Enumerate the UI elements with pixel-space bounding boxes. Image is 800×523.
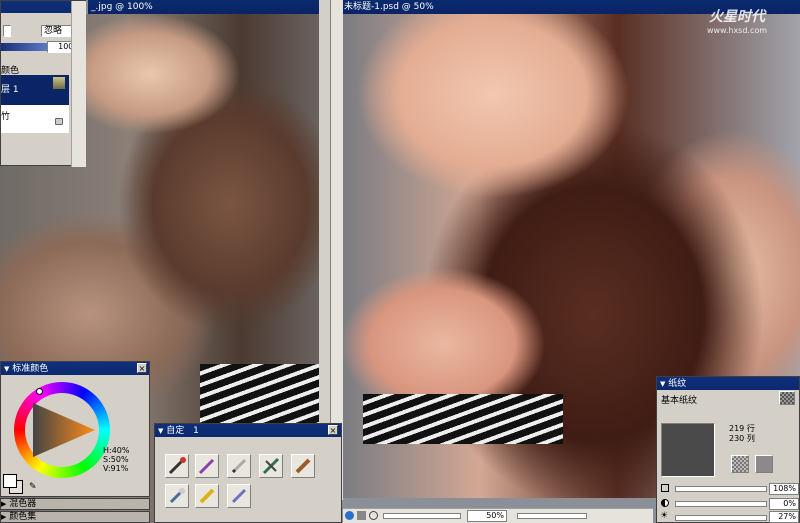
watermark-brand: 火星时代 [709, 9, 765, 25]
zoom-slider[interactable] [383, 513, 461, 519]
custom-palette: ▼ 自定 1 × [154, 423, 342, 523]
navigator-icon[interactable] [345, 511, 354, 520]
brightness-slider[interactable] [675, 515, 767, 521]
pen-icon[interactable] [195, 454, 219, 478]
hsv-readout: H:40% S:50% V:91% [103, 446, 130, 473]
paper-cols: 230 列 [729, 434, 755, 443]
paper-library-button[interactable] [779, 391, 795, 405]
paper-invert-button[interactable] [731, 455, 749, 473]
knife-icon[interactable] [259, 454, 283, 478]
contrast-slider[interactable] [675, 501, 767, 507]
lock-icon[interactable] [55, 118, 63, 125]
opacity-slider[interactable] [1, 43, 47, 51]
paper-texture-preview [661, 423, 715, 477]
mixer-label: 混色器 [9, 499, 37, 509]
foreground-color-swatch[interactable] [3, 474, 17, 488]
rotate-slider[interactable] [517, 513, 587, 519]
left-document-title: _.jpg @ 100% [91, 2, 153, 12]
layer-stack-icon [53, 77, 65, 89]
scale-icon [661, 484, 669, 492]
zoom-field[interactable]: 50% [467, 510, 507, 522]
zoom-icon[interactable] [369, 511, 378, 520]
layers-panel-scrollbar[interactable] [71, 1, 86, 167]
scale-slider[interactable] [675, 486, 767, 492]
pencil-icon[interactable] [227, 454, 251, 478]
brightness-icon: ☀ [660, 511, 669, 521]
contrast-icon [661, 499, 669, 507]
eyedropper-icon[interactable]: ✎ [29, 482, 39, 492]
colorset-panel-header[interactable]: ▶ 颜色集 [0, 511, 150, 523]
collapse-triangle-icon[interactable]: ▼ [4, 365, 9, 373]
chalk-icon[interactable] [195, 484, 219, 508]
saturation-value: S:50% [103, 455, 129, 464]
airbrush-icon[interactable] [165, 484, 189, 508]
brightness-value: V:91% [103, 464, 129, 473]
hue-ring[interactable] [14, 382, 110, 478]
left-shirt-stripes [200, 364, 322, 424]
panel-close-icon[interactable]: × [137, 363, 147, 373]
right-shirt-stripes [363, 394, 563, 444]
colorset-label: 颜色集 [9, 512, 37, 522]
colors-panel-titlebar[interactable]: ▼ 标准颜色 × [1, 362, 149, 375]
expand-triangle-icon: ▶ [1, 500, 7, 508]
oil-brush-icon[interactable] [291, 454, 315, 478]
custom-palette-number: 1 [193, 426, 199, 436]
saturation-value-triangle[interactable] [25, 393, 99, 467]
layer-2-label: 竹 [1, 112, 11, 122]
composite-depth-value: 忽略 [44, 26, 63, 36]
expand-triangle-icon: ▶ [1, 513, 7, 521]
blender-icon[interactable] [227, 484, 251, 508]
hand-tool-icon[interactable] [357, 511, 366, 520]
paper-panel-titlebar[interactable]: ▼ 纸纹 [657, 377, 799, 390]
paper-panel: ▼ 纸纹 基本纸纹 219 行 230 列 108% 0% ☀ 27% [656, 376, 800, 523]
paper-name-label: 基本纸纹 [661, 396, 698, 406]
hue-marker[interactable] [36, 388, 43, 395]
brush-icon[interactable] [165, 454, 189, 478]
left-document-titlebar[interactable]: _.jpg @ 100% [88, 0, 335, 14]
layers-panel: × 忽略 ▼ 100% 颜色 层 1 竹 [0, 0, 86, 167]
mixer-panel-header[interactable]: ▶ 混色器 [0, 498, 150, 510]
paper-directional-button[interactable] [755, 455, 773, 473]
watermark-logo: 火星时代 www.hxsd.com [682, 6, 792, 36]
custom-palette-titlebar[interactable]: ▼ 自定 1 × [155, 424, 341, 437]
collapse-triangle-icon[interactable]: ▼ [660, 380, 665, 388]
contrast-field[interactable]: 0% [769, 498, 799, 510]
watermark-url: www.hxsd.com [706, 26, 768, 35]
brightness-field[interactable]: 27% [769, 511, 799, 523]
colors-panel-title: 标准颜色 [12, 364, 49, 374]
right-document-status-bar[interactable]: 50% [343, 508, 653, 523]
scale-field[interactable]: 108% [769, 483, 799, 495]
collapse-triangle-icon[interactable]: ▼ [158, 427, 163, 435]
paper-panel-title: 纸纹 [668, 379, 687, 389]
custom-palette-title: 自定 [166, 426, 185, 436]
colors-panel: ▼ 标准颜色 × ✎ H:40% S:50% V:91% [0, 361, 150, 497]
right-document-title: 未标题-1.psd @ 50% [344, 2, 434, 12]
layer-1-label: 层 1 [1, 85, 19, 95]
hue-value: H:40% [103, 446, 130, 455]
composite-method-select[interactable] [3, 25, 11, 37]
panel-close-icon[interactable]: × [328, 425, 338, 435]
